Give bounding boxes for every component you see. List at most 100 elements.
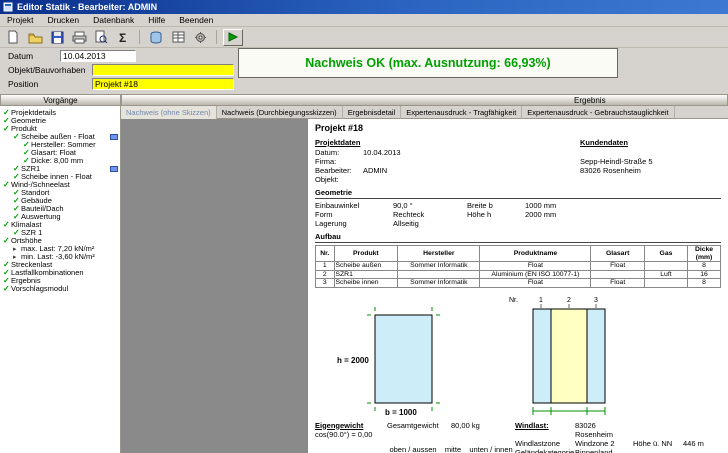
tree-item-vorschlagsmodul[interactable]: Vorschlagsmodul	[0, 285, 120, 293]
cell: Float	[479, 261, 592, 271]
geo-label: Form	[315, 210, 333, 219]
geo-value: 90,0 °	[393, 201, 413, 210]
report-bearbeiter-value: ADMIN	[363, 166, 388, 175]
check-icon	[3, 237, 11, 245]
sum-button[interactable]: Σ	[113, 29, 133, 46]
geo-value: Allseitig	[393, 219, 419, 228]
col-header: Gas	[643, 245, 689, 262]
geometrie-row: Lagerung Allseitig	[315, 219, 721, 228]
front-view-sketch: h = 2000 b = 1000	[337, 306, 440, 417]
menu-beenden[interactable]: Beenden	[172, 15, 220, 25]
col-header: Nr.	[315, 245, 335, 262]
print-button[interactable]	[69, 29, 89, 46]
menu-datenbank[interactable]: Datenbank	[86, 15, 141, 25]
menu-projekt[interactable]: Projekt	[0, 15, 40, 25]
gear-icon	[194, 31, 206, 43]
windlastzone-value: Windzone 2	[575, 438, 615, 448]
col-header-unten-innen: unten / innen	[469, 444, 513, 453]
report-page: Projekt #18 Projektdaten Datum: 10.04.201…	[308, 119, 728, 453]
table-icon	[172, 31, 184, 43]
table-button[interactable]	[168, 29, 188, 46]
col-header-oben-aussen: oben / aussen	[389, 444, 437, 453]
aufbau-section-header: Aufbau	[315, 232, 721, 243]
menu-drucken[interactable]: Drucken	[40, 15, 86, 25]
tab-expertenausdruck-tragfaehigkeit[interactable]: Expertenausdruck - Tragfähigkeit	[401, 105, 523, 119]
toolbar: Σ	[0, 27, 728, 48]
hoehe-label: Höhe ü. NN	[633, 438, 673, 448]
new-document-button[interactable]	[3, 29, 23, 46]
aufbau-row: 1 Scheibe außen Sommer Informatik Float …	[315, 261, 721, 271]
glass-icon	[110, 166, 118, 172]
geo-label: Einbauwinkel	[315, 201, 360, 210]
new-document-icon	[8, 30, 18, 44]
geo-label: Lagerung	[315, 219, 347, 228]
col-header: Hersteller	[397, 245, 481, 262]
eigengewicht-header: Eigengewicht	[315, 420, 364, 430]
tab-ergebnisdetail[interactable]: Ergebnisdetail	[343, 105, 402, 119]
database-button[interactable]	[146, 29, 166, 46]
report-datum-label: Datum:	[315, 148, 340, 157]
gelaende-value: Binnenland	[575, 447, 613, 453]
glass-icon	[110, 134, 118, 140]
objekt-label: Objekt/Bauvorhaben	[8, 64, 86, 75]
geometrie-row: Form Rechteck Höhe h 2000 mm	[315, 210, 721, 219]
print-preview-button[interactable]	[91, 29, 111, 46]
cell: Float	[590, 261, 645, 271]
settings-button[interactable]	[190, 29, 210, 46]
cell: Luft	[643, 269, 689, 279]
open-project-button[interactable]	[25, 29, 45, 46]
geo-value: 1000 mm	[525, 201, 557, 210]
cell: Sommer Informatik	[397, 261, 481, 271]
menu-hilfe[interactable]: Hilfe	[141, 15, 172, 25]
col-header: Produkt	[333, 245, 399, 262]
hoehe-value: 446 m	[683, 438, 704, 448]
print-preview-icon	[95, 30, 108, 44]
save-button[interactable]	[47, 29, 67, 46]
report-bearbeiter-label: Bearbeiter:	[315, 166, 352, 175]
tab-expertenausdruck-gebrauchstauglichkeit[interactable]: Expertenausdruck - Gebrauchstauglichkeit	[522, 105, 675, 119]
objekt-input[interactable]	[92, 63, 234, 76]
gesamtgewicht-value: 80,00 kg	[451, 420, 480, 430]
cell: Float	[479, 278, 592, 288]
run-button[interactable]	[223, 28, 243, 46]
project-customer-block: Projektdaten Datum: 10.04.2013 Firma: Bea…	[315, 138, 721, 184]
geo-label	[467, 219, 525, 228]
nachweis-status-message: Nachweis OK (max. Ausnutzung: 66,93%)	[305, 56, 551, 70]
pane-number: 2	[567, 297, 571, 304]
cell: 8	[687, 261, 721, 271]
result-panel-header: Ergebnis	[121, 94, 728, 106]
cell: Sommer Informatik	[397, 278, 481, 288]
tab-nachweis-durchbiegungsskizzen[interactable]: Nachweis (Durchbiegungsskizzen)	[217, 105, 343, 119]
col-header-mitte: mitte	[444, 444, 462, 453]
datum-input[interactable]	[60, 49, 136, 62]
aufbau-row: 2 SZR1 Aluminium (EN ISO 10077-1) Luft 1…	[315, 269, 721, 279]
database-icon	[150, 31, 162, 43]
gesamtgewicht-label: Gesamtgewicht	[387, 420, 439, 430]
position-input[interactable]	[92, 77, 234, 90]
printer-icon	[72, 31, 86, 43]
save-icon	[51, 31, 63, 43]
title-bar: Editor Statik - Bearbeiter: ADMIN	[0, 0, 728, 14]
aufbau-table: Nr. Produkt Hersteller Produktname Glasa…	[315, 245, 721, 288]
window-title: Editor Statik - Bearbeiter: ADMIN	[17, 2, 158, 12]
windlast-header: Windlast:	[515, 420, 549, 430]
sketches-block: h = 2000 b = 1000 Nr. 1 2 3	[315, 291, 721, 419]
check-icon	[3, 285, 11, 293]
kunde-strasse: Sepp-Heindl-Straße 5	[580, 157, 653, 166]
col-header: Glasart	[590, 245, 645, 262]
pane-number: 1	[539, 297, 543, 304]
geo-label: Breite b	[467, 201, 493, 210]
check-icon	[3, 181, 11, 189]
tree-panel-title: Vorgänge	[43, 95, 78, 105]
cell: 2	[315, 269, 335, 279]
gelaende-label: Geländekategorie	[515, 447, 575, 453]
geometrie-row: Einbauwinkel 90,0 ° Breite b 1000 mm	[315, 201, 721, 210]
pane-number: 3	[594, 297, 598, 304]
tab-nachweis-ohne-skizzen[interactable]: Nachweis (ohne Skizzen)	[121, 105, 217, 119]
nachweis-status-box: Nachweis OK (max. Ausnutzung: 66,93%)	[238, 48, 618, 78]
toolbar-separator	[216, 30, 217, 44]
kunde-ort: 83026 Rosenheim	[580, 166, 641, 175]
cell: Float	[590, 278, 645, 288]
windlastzone-label: Windlastzone	[515, 438, 561, 448]
col-header: Produktname	[479, 245, 592, 262]
